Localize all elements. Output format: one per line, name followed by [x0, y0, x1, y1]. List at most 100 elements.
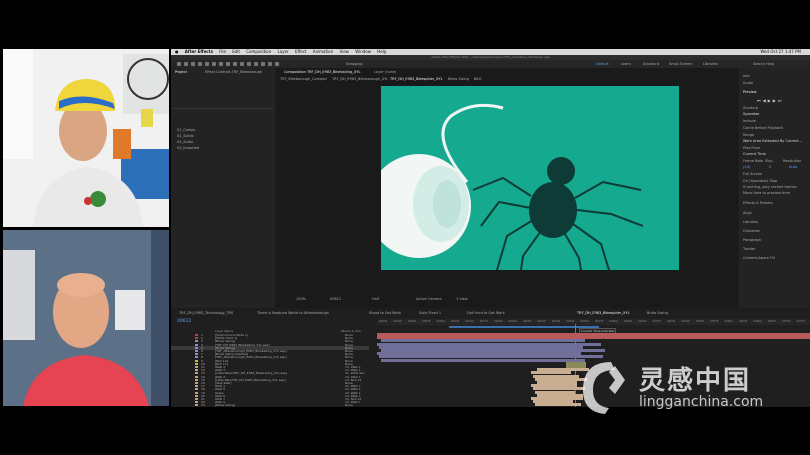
- workspace-libraries[interactable]: Libraries: [703, 61, 718, 67]
- timeline-tab-5[interactable]: Get Hurd to Get Work: [467, 311, 505, 315]
- ruler-tick-label: 00375: [595, 320, 604, 323]
- zoom-level[interactable]: 100%: [296, 297, 306, 301]
- timeline-tab-2[interactable]: There is Neptune World to Aftereborough: [257, 311, 329, 315]
- clone-tool-icon[interactable]: [254, 62, 258, 66]
- tab-project[interactable]: Project: [175, 70, 187, 74]
- ruler-tick-label: 00550: [695, 320, 705, 323]
- layer-tab[interactable]: Layer (none): [374, 70, 396, 74]
- workspace-learn[interactable]: Learn: [621, 61, 631, 67]
- menu-layer[interactable]: Layer: [278, 49, 289, 54]
- zoom-tool-icon[interactable]: [198, 62, 202, 66]
- menu-window[interactable]: Window: [355, 49, 371, 54]
- camera-select[interactable]: Active Camera: [416, 297, 442, 301]
- ruler-tick-label: 00425: [623, 320, 633, 323]
- play-from-value[interactable]: Current Time: [743, 152, 766, 156]
- panel-info[interactable]: Info: [743, 74, 750, 78]
- panel-preview[interactable]: Preview: [743, 90, 757, 94]
- ruler-tick-label: 00650: [753, 320, 762, 323]
- tab-effect-controls[interactable]: Effect Controls TRF_Bikeborough: [205, 70, 262, 74]
- ruler-tick-label: 00075: [422, 320, 431, 323]
- shape-tool-icon[interactable]: [226, 62, 230, 66]
- comp-timecode[interactable]: 00612: [330, 297, 341, 301]
- comp-tab-4[interactable]: Bikes Swing: [448, 77, 469, 81]
- panel-audio[interactable]: Audio: [743, 81, 753, 85]
- comp-tab-3[interactable]: TRF_DH_E983_Bikespider_XYL: [390, 77, 443, 81]
- ruler-tick-label: 00150: [465, 320, 474, 323]
- type-tool-icon[interactable]: [240, 62, 244, 66]
- layer-parent[interactable]: None: [345, 403, 353, 407]
- timeline-tab-3[interactable]: Shoot to Get Work: [369, 311, 401, 315]
- ruler-tick-label: 00525: [681, 320, 690, 323]
- panel-paragraph[interactable]: Paragraph: [743, 238, 761, 242]
- panel-tracker[interactable]: Tracker: [743, 247, 756, 251]
- snapping-toggle[interactable]: Snapping: [346, 61, 362, 67]
- timeline-tab-7[interactable]: Brida Swing: [647, 311, 668, 315]
- search-help-field[interactable]: Search Help: [753, 61, 774, 67]
- fps-value[interactable]: (24): [743, 165, 750, 169]
- workspace-default[interactable]: Default: [596, 61, 609, 67]
- home-icon[interactable]: [177, 62, 181, 66]
- menu-animation[interactable]: Animation: [313, 49, 333, 54]
- camera-tool-icon[interactable]: [212, 62, 216, 66]
- layer-duration-bar[interactable]: [381, 358, 585, 362]
- preview-controls[interactable]: ⏮◀▶▶⏭: [757, 98, 797, 103]
- hand-tool-icon[interactable]: [191, 62, 195, 66]
- ruler-tick-label: 00325: [566, 320, 575, 323]
- workspace-standard[interactable]: Standard: [643, 61, 659, 67]
- roto-tool-icon[interactable]: [268, 62, 272, 66]
- resolution-select[interactable]: Half: [372, 297, 379, 301]
- menu-composition[interactable]: Composition: [246, 49, 271, 54]
- folder-solids[interactable]: 02_Solids: [177, 134, 194, 138]
- brush-tool-icon[interactable]: [247, 62, 251, 66]
- timeline-timecode[interactable]: 00612: [177, 319, 191, 324]
- timeline-tab-1[interactable]: TRF_DH_E983_Technology_TRS: [179, 311, 233, 315]
- menu-help[interactable]: Help: [377, 49, 386, 54]
- folder-audio[interactable]: 03_Audio: [177, 140, 193, 144]
- comp-tab-2[interactable]: TRF_DH_E983_Bikeborough_XYL: [332, 77, 388, 81]
- panel-effects-presets[interactable]: Effects & Presets: [743, 201, 773, 205]
- cache-before-playback[interactable]: Cache Before Playback: [743, 126, 783, 130]
- skip-value[interactable]: 0: [769, 165, 771, 169]
- apple-icon[interactable]: ●: [175, 49, 179, 54]
- selection-tool-icon[interactable]: [184, 62, 188, 66]
- label-on-stop: On (Spacebar) Stop: [743, 179, 778, 183]
- menu-app-name[interactable]: After Effects: [185, 49, 213, 54]
- pen-tool-icon[interactable]: [233, 62, 237, 66]
- timeline-tab-6[interactable]: TRF_DH_E983_Bikespider_XYL: [577, 311, 630, 315]
- res-value[interactable]: Auto: [789, 165, 797, 169]
- composition-viewer[interactable]: [381, 86, 679, 270]
- layer-name[interactable]: [Bikes Swing]: [215, 403, 235, 407]
- shortcut-value[interactable]: Spacebar: [743, 112, 759, 116]
- play-cached-checkbox[interactable]: If caching, play cached frames: [743, 185, 797, 189]
- pan-behind-tool-icon[interactable]: [219, 62, 223, 66]
- range-value[interactable]: Work Area Extended By Current...: [743, 139, 802, 143]
- menu-view[interactable]: View: [339, 49, 349, 54]
- menu-edit[interactable]: Edit: [232, 49, 240, 54]
- views-select[interactable]: 1 View: [456, 297, 468, 301]
- label-play-from: Play From: [743, 146, 761, 150]
- eraser-tool-icon[interactable]: [261, 62, 265, 66]
- ruler-tick-label: 00700: [782, 320, 791, 323]
- folder-imported[interactable]: 04_Imported: [177, 146, 199, 150]
- rotate-tool-icon[interactable]: [205, 62, 209, 66]
- workspace-small-screen[interactable]: Small Screen: [669, 61, 692, 67]
- menu-file[interactable]: File: [219, 49, 226, 54]
- puppet-tool-icon[interactable]: [275, 62, 279, 66]
- label-shortcut: Shortcut: [743, 106, 758, 110]
- label-include: Include: [743, 119, 756, 123]
- timeline-tab-4[interactable]: Solid Fixed 1: [419, 311, 441, 315]
- panel-align[interactable]: Align: [743, 211, 752, 215]
- folder-comps[interactable]: 01_Comps: [177, 128, 195, 132]
- comp-tab-1[interactable]: TRF_Bikeborough_Comped: [280, 77, 327, 81]
- panel-content-aware-fill[interactable]: Content-Aware Fill: [743, 256, 775, 260]
- comp-header-tab[interactable]: Composition TRF_DH_E983_Bikeballing_XYL: [284, 70, 360, 74]
- move-time-checkbox[interactable]: Move time to preview time: [743, 191, 790, 195]
- panel-character[interactable]: Character: [743, 229, 760, 233]
- comp-tab-5[interactable]: BKG: [474, 77, 481, 81]
- layer-label-color[interactable]: [195, 404, 198, 407]
- full-screen-checkbox[interactable]: Full Screen: [743, 172, 762, 176]
- work-area-bar[interactable]: [449, 326, 599, 328]
- menu-effect[interactable]: Effect: [295, 49, 307, 54]
- panel-libraries[interactable]: Libraries: [743, 220, 758, 224]
- layer-row[interactable]: 23 [Bikes Swing] None: [171, 403, 369, 407]
